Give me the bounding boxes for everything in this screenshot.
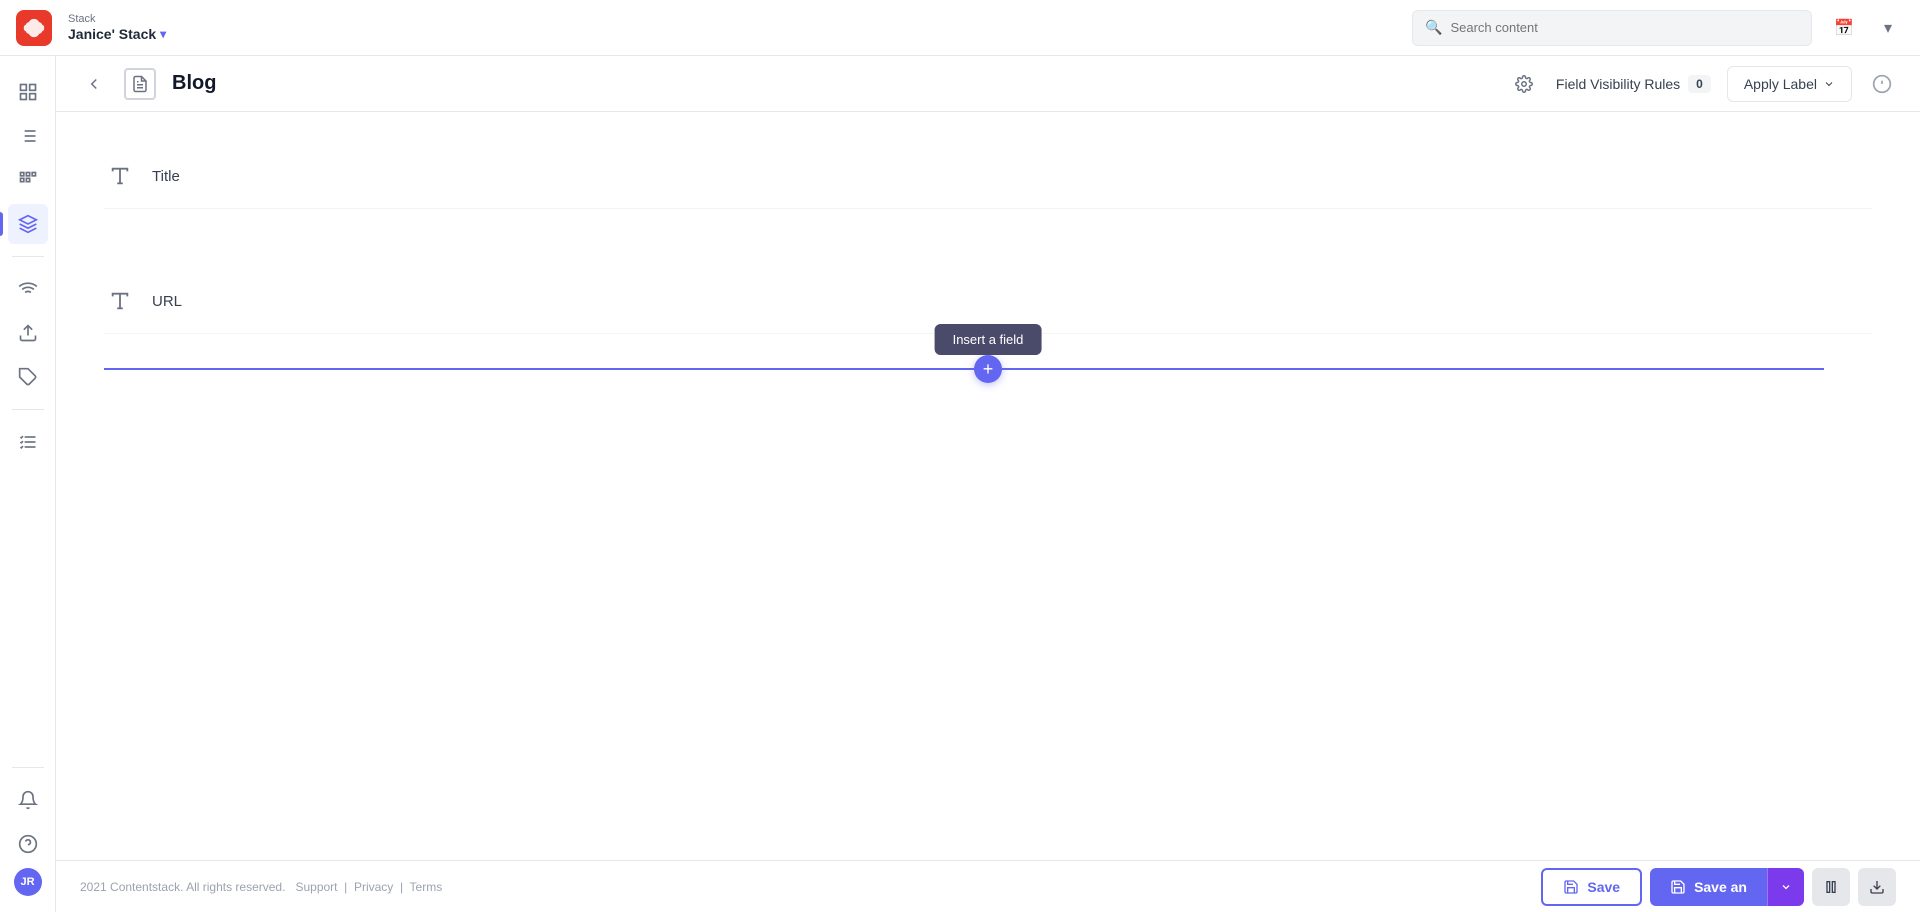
schema-body: Title URL Insert a field <box>56 112 1920 860</box>
sidebar-item-dashboard[interactable] <box>8 72 48 112</box>
page-type-icon <box>124 68 156 100</box>
title-field-row: Title <box>104 144 1872 209</box>
sidebar-item-content-types[interactable] <box>8 116 48 156</box>
footer-actions: Save Save an <box>1541 868 1896 906</box>
back-button[interactable] <box>80 70 108 98</box>
insert-field-area-1 <box>104 209 1872 269</box>
stack-chevron-icon: ▾ <box>160 27 166 41</box>
insert-line <box>104 368 1824 370</box>
header-right: 📅 ▾ <box>1828 12 1904 44</box>
save-and-button[interactable]: Save an <box>1650 868 1767 906</box>
sidebar-divider-2 <box>12 409 44 410</box>
main-layout: JR Blog <box>0 56 1920 912</box>
search-icon: 🔍 <box>1425 19 1442 36</box>
sidebar: JR <box>0 56 56 912</box>
save-and-group: Save an <box>1650 868 1804 906</box>
stack-label: Stack <box>68 13 166 25</box>
stack-info[interactable]: Stack Janice' Stack ▾ <box>68 13 166 42</box>
visibility-count: 0 <box>1688 75 1711 93</box>
dropdown-icon-btn[interactable]: ▾ <box>1872 12 1904 44</box>
top-header: Stack Janice' Stack ▾ 🔍 📅 ▾ <box>0 0 1920 56</box>
save-and-dropdown-button[interactable] <box>1767 868 1804 906</box>
sidebar-item-notifications[interactable] <box>8 780 48 820</box>
logo[interactable] <box>16 10 52 46</box>
footer: 2021 Contentstack. All rights reserved. … <box>56 860 1920 912</box>
footer-copyright: 2021 Contentstack. All rights reserved. … <box>80 880 1541 894</box>
content-header: Blog Field Visibility Rules 0 Apply Labe… <box>56 56 1920 112</box>
sidebar-item-extensions[interactable] <box>8 357 48 397</box>
url-field-type-icon <box>104 285 136 317</box>
pause-button[interactable] <box>1812 868 1850 906</box>
page-title: Blog <box>172 72 216 95</box>
save-button[interactable]: Save <box>1541 868 1642 906</box>
insert-field-tooltip: Insert a field <box>935 324 1042 355</box>
sidebar-divider-3 <box>12 767 44 768</box>
footer-privacy-link[interactable]: Privacy <box>354 880 393 894</box>
settings-button[interactable] <box>1508 68 1540 100</box>
stack-name: Janice' Stack ▾ <box>68 26 166 42</box>
sidebar-item-settings[interactable] <box>8 422 48 462</box>
insert-field-area-2[interactable]: Insert a field + <box>104 334 1872 404</box>
sidebar-item-help[interactable] <box>8 824 48 864</box>
export-button[interactable] <box>1858 868 1896 906</box>
title-field-label: Title <box>152 168 1872 185</box>
search-bar[interactable]: 🔍 <box>1412 10 1812 46</box>
title-field-type-icon <box>104 160 136 192</box>
visibility-rules-label: Field Visibility Rules <box>1556 76 1680 92</box>
sidebar-divider-1 <box>12 256 44 257</box>
search-input[interactable] <box>1450 20 1799 35</box>
content-area: Blog Field Visibility Rules 0 Apply Labe… <box>56 56 1920 912</box>
info-button[interactable] <box>1868 70 1896 98</box>
visibility-rules: Field Visibility Rules 0 <box>1556 75 1711 93</box>
avatar[interactable]: JR <box>14 868 42 896</box>
sidebar-item-blocks[interactable] <box>8 160 48 200</box>
footer-support-link[interactable]: Support <box>295 880 337 894</box>
footer-terms-link[interactable]: Terms <box>410 880 443 894</box>
sidebar-bottom: JR <box>8 759 48 896</box>
sidebar-item-stack[interactable] <box>8 204 48 244</box>
insert-field-plus-button[interactable]: + <box>974 355 1002 383</box>
sidebar-item-wifi[interactable] <box>8 269 48 309</box>
sidebar-item-upload[interactable] <box>8 313 48 353</box>
calendar-icon-btn[interactable]: 📅 <box>1828 12 1860 44</box>
apply-label-button[interactable]: Apply Label <box>1727 66 1852 102</box>
url-field-label: URL <box>152 293 1872 310</box>
